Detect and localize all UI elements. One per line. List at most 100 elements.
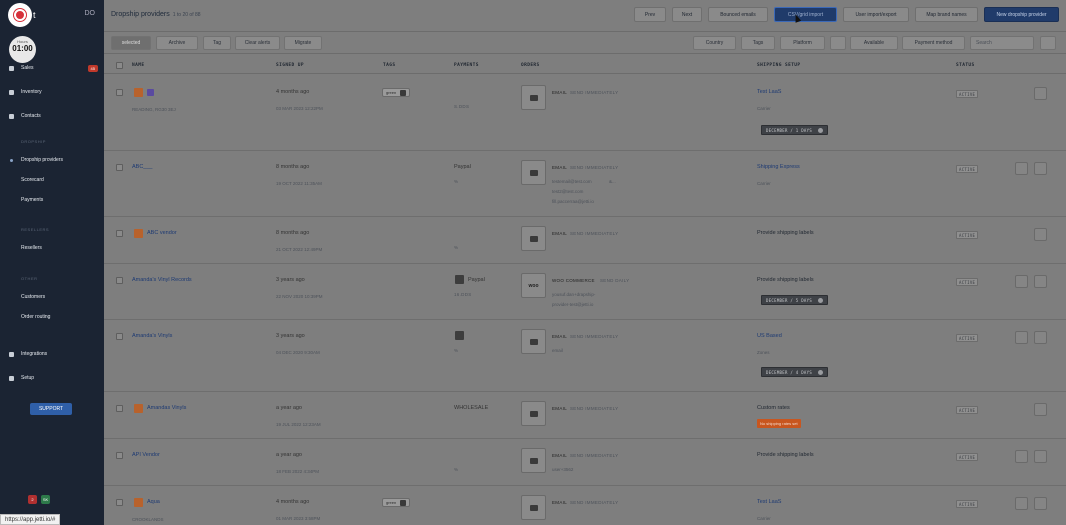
row-checkbox[interactable] xyxy=(116,452,123,459)
col-signed-up[interactable]: SIGNED UP xyxy=(276,63,304,68)
table-row[interactable]: Aqua CROOKLANDS 4 months ago 01 MAR 2023 3:… xyxy=(104,486,1066,525)
row-checkbox[interactable] xyxy=(116,230,123,237)
order-method: EMAIL xyxy=(552,406,568,411)
nav-setup[interactable]: Setup xyxy=(0,372,104,384)
chevron-down-icon[interactable] xyxy=(1034,497,1047,510)
tag-chip[interactable]: green xyxy=(382,498,411,507)
nav-contacts[interactable]: Contacts xyxy=(0,110,104,122)
edit-icon[interactable] xyxy=(1015,497,1028,510)
platform-label: Platform xyxy=(793,40,812,46)
nav-resellers[interactable]: Resellers xyxy=(0,242,104,254)
row-checkbox[interactable] xyxy=(116,164,123,171)
selected-button[interactable]: selected xyxy=(111,36,151,50)
chevron-down-icon[interactable] xyxy=(1034,403,1047,416)
delivery-window[interactable]: DECEMBER / 4 DAYS xyxy=(761,367,829,377)
table-row[interactable]: Amanda's Vinyls 3 years ago 04 DEC 2020 9:… xyxy=(104,320,1066,392)
target-filter-icon[interactable] xyxy=(830,36,846,50)
payment-method-filter[interactable]: Payment method xyxy=(902,36,965,50)
tag-button[interactable]: Tag xyxy=(203,36,231,50)
settings-icon[interactable] xyxy=(1040,36,1056,50)
available-filter[interactable]: Available xyxy=(850,36,898,50)
table-row[interactable]: Amanda's Vinyl Records 3 years ago 22 NOV … xyxy=(104,264,1066,320)
trash-icon[interactable] xyxy=(400,499,407,506)
notification-badge[interactable]: 2 xyxy=(28,495,37,504)
platform-filter[interactable]: Platform xyxy=(780,36,825,50)
tag-chip[interactable]: green xyxy=(382,88,411,97)
prev-button[interactable]: Prev xyxy=(634,7,666,22)
user-import-button[interactable]: User import/export xyxy=(843,7,909,22)
chevron-down-icon[interactable] xyxy=(1034,162,1047,175)
edit-icon[interactable] xyxy=(1015,275,1028,288)
next-button[interactable]: Next xyxy=(672,7,702,22)
chevron-down-icon[interactable] xyxy=(1034,331,1047,344)
edit-icon[interactable] xyxy=(1015,162,1028,175)
table-row[interactable]: READING, RG30 3EJ 4 months ago 03 MAR 2023… xyxy=(104,76,1066,151)
shipping-method[interactable]: Test LaaS xyxy=(757,89,781,95)
col-status[interactable]: STATUS xyxy=(956,63,975,68)
row-checkbox[interactable] xyxy=(116,405,123,412)
user-avatar[interactable]: SK xyxy=(41,495,50,504)
clear-alerts-button[interactable]: Clear alerts xyxy=(235,36,280,50)
bounced-emails-button[interactable]: Bounced emails xyxy=(708,7,768,22)
migrate-button[interactable]: Migrate xyxy=(284,36,322,50)
chevron-down-icon[interactable] xyxy=(1034,228,1047,241)
support-button[interactable]: SUPPORT xyxy=(30,403,72,415)
row-checkbox[interactable] xyxy=(116,277,123,284)
timer-widget[interactable]: Hours 01:00 xyxy=(9,36,36,63)
select-all-checkbox[interactable] xyxy=(116,62,123,69)
table-row[interactable]: ABC vendor 8 months ago 21 OCT 2022 12:49P… xyxy=(104,217,1066,264)
table-row[interactable]: Amandas Vinyls a year ago 19 JUL 2022 12:2… xyxy=(104,392,1066,439)
row-checkbox[interactable] xyxy=(116,499,123,506)
provider-name[interactable]: API Vendor xyxy=(132,452,160,458)
payment-rate: 16.DDS xyxy=(454,292,472,297)
nav-sales[interactable]: Sales 45 xyxy=(0,62,104,74)
table-row[interactable]: API Vendor a year ago 18 FEB 2022 4:34PM% E… xyxy=(104,439,1066,486)
timer-value: 01:00 xyxy=(12,44,33,53)
gear-icon[interactable] xyxy=(818,127,824,133)
payment-method: Paypal xyxy=(454,164,471,170)
search-input[interactable]: Search xyxy=(970,36,1034,50)
provider-name[interactable]: Amanda's Vinyls xyxy=(132,333,172,339)
provider-name[interactable]: Aqua xyxy=(147,499,160,505)
delivery-window[interactable]: DECEMBER / 5 DAYS xyxy=(761,295,829,305)
shipping-method[interactable]: US Based xyxy=(757,333,782,339)
shipping-method[interactable]: Shipping Express xyxy=(757,164,800,170)
user-initials[interactable]: DO xyxy=(85,10,96,17)
nav-scorecard[interactable]: Scorecard xyxy=(0,174,104,186)
map-brand-button[interactable]: Map brand names xyxy=(915,7,978,22)
nav-integrations[interactable]: Integrations xyxy=(0,348,104,360)
row-checkbox[interactable] xyxy=(116,89,123,96)
country-filter[interactable]: Country xyxy=(693,36,736,50)
new-provider-button[interactable]: New dropship provider xyxy=(984,7,1059,22)
archive-button[interactable]: Archive xyxy=(156,36,198,50)
table-row[interactable]: ABC___ 8 months ago 19 OCT 2022 11:35AM Pay… xyxy=(104,151,1066,217)
tags-filter[interactable]: Tags xyxy=(741,36,775,50)
nav-customers[interactable]: Customers xyxy=(0,291,104,303)
gear-icon[interactable] xyxy=(818,297,824,303)
chevron-down-icon[interactable] xyxy=(1034,450,1047,463)
edit-icon[interactable] xyxy=(1015,331,1028,344)
nav-dropship-providers[interactable]: Dropship providers xyxy=(0,154,104,166)
nav-order-routing[interactable]: Order routing xyxy=(0,311,104,323)
nav-payments[interactable]: Payments xyxy=(0,194,104,206)
trash-icon[interactable] xyxy=(400,89,407,96)
payment-method-label: Payment method xyxy=(914,40,953,46)
csv-import-button[interactable]: CSV/grid import xyxy=(774,7,837,22)
edit-icon[interactable] xyxy=(1015,450,1028,463)
archive-label: Archive xyxy=(168,40,186,46)
chevron-down-icon[interactable] xyxy=(1034,275,1047,288)
grid-icon xyxy=(9,351,14,357)
order-frequency: SEND IMMEDIATELY xyxy=(570,500,619,505)
provider-name[interactable]: Amandas Vinyls xyxy=(147,405,186,411)
shipping-method[interactable]: Test LaaS xyxy=(757,499,781,505)
provider-name[interactable]: ABC___ xyxy=(132,164,153,170)
delivery-window[interactable]: DECEMBER / 1 DAYS xyxy=(761,125,829,135)
header-bar: Dropship providers 1 to 20 of 88 Prev Nex… xyxy=(104,0,1066,30)
row-checkbox[interactable] xyxy=(116,333,123,340)
gear-icon[interactable] xyxy=(818,369,824,375)
chevron-down-icon[interactable] xyxy=(1034,87,1047,100)
provider-name[interactable]: Amanda's Vinyl Records xyxy=(132,277,192,283)
nav-inventory[interactable]: Inventory xyxy=(0,86,104,98)
provider-name[interactable]: ABC vendor xyxy=(147,230,177,236)
col-name[interactable]: NAME xyxy=(132,63,144,68)
